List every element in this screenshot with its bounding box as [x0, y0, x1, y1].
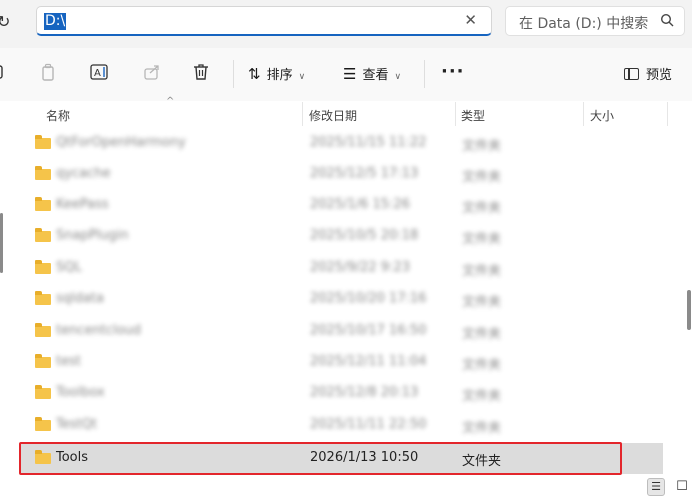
new-icon[interactable] — [0, 64, 4, 85]
file-modified: 2025/12/8 20:13 — [310, 385, 419, 400]
column-divider[interactable] — [583, 102, 584, 126]
sort-label: 排序 — [266, 68, 293, 83]
column-modified[interactable]: 修改日期 — [309, 107, 357, 124]
highlight-box — [19, 442, 622, 475]
file-name: QtForOpenHarmony — [56, 135, 186, 150]
search-placeholder: 在 Data (D:) 中搜索 — [519, 16, 649, 32]
file-row[interactable]: TestQt 2025/11/11 22:50 文件夹 — [20, 410, 663, 441]
file-name: tencentcloud — [56, 323, 142, 338]
file-modified: 2025/12/5 17:13 — [310, 166, 419, 181]
file-row[interactable]: tencentcloud 2025/10/17 16:50 文件夹 — [20, 316, 663, 347]
file-modified: 2025/12/11 11:04 — [310, 354, 427, 369]
file-type: 文件夹 — [462, 389, 502, 404]
share-icon[interactable] — [143, 63, 161, 86]
file-type: 文件夹 — [462, 232, 502, 247]
folder-icon — [35, 135, 51, 149]
file-type: 文件夹 — [462, 264, 502, 279]
folder-icon — [35, 260, 51, 274]
toolbar-divider — [424, 60, 425, 88]
file-row[interactable]: sqldata 2025/10/20 17:16 文件夹 — [20, 284, 663, 315]
address-input[interactable]: D:\ ✕ — [36, 6, 492, 36]
folder-icon — [35, 197, 51, 211]
file-name: Toolbox — [56, 385, 105, 400]
file-name: test — [56, 354, 81, 369]
column-divider[interactable] — [667, 102, 668, 126]
file-row[interactable]: Toolbox 2025/12/8 20:13 文件夹 — [20, 378, 663, 409]
column-divider[interactable] — [455, 102, 456, 126]
column-size[interactable]: 大小 — [590, 107, 614, 124]
sort-icon: ⇅ — [248, 65, 261, 83]
folder-icon — [35, 323, 51, 337]
file-type: 文件夹 — [462, 295, 502, 310]
file-row[interactable]: qycache 2025/12/5 17:13 文件夹 — [20, 159, 663, 190]
file-modified: 2025/11/11 22:50 — [310, 417, 427, 432]
file-type: 文件夹 — [462, 421, 502, 436]
sort-button[interactable]: ⇅ 排序 ∨ — [248, 64, 305, 83]
file-name: SnapPlugin — [56, 228, 129, 243]
file-type: 文件夹 — [462, 170, 502, 185]
file-modified: 2025/10/17 16:50 — [310, 323, 427, 338]
column-divider[interactable] — [302, 102, 303, 126]
file-modified: 2025/9/22 9:23 — [310, 260, 410, 275]
folder-icon — [35, 228, 51, 242]
refresh-icon[interactable]: ↻ — [0, 12, 10, 31]
toolbar-divider — [233, 60, 234, 88]
preview-pane-button[interactable]: 预览 — [624, 64, 672, 83]
clear-icon[interactable]: ✕ — [464, 11, 477, 29]
file-name: SQL — [56, 260, 82, 275]
sort-caret-icon: ^ — [166, 96, 175, 107]
copy-icon[interactable] — [40, 63, 56, 86]
search-icon[interactable] — [660, 13, 674, 31]
column-header: ^ 名称 修改日期 类型 大小 — [0, 96, 692, 127]
tiles-view-button[interactable]: ☐ — [673, 478, 691, 496]
file-row[interactable]: test 2025/12/11 11:04 文件夹 — [20, 347, 663, 378]
command-bar: A ⇅ 排序 ∨ ☰ 查看 ∨ ··· 预览 — [0, 48, 692, 102]
file-name: KeePass — [56, 197, 109, 212]
chevron-down-icon: ∨ — [394, 72, 402, 82]
folder-icon — [35, 385, 51, 399]
nav-pane-scrollbar[interactable] — [0, 213, 3, 273]
file-modified: 2025/10/20 17:16 — [310, 291, 427, 306]
file-row[interactable]: KeePass 2025/1/6 15:26 文件夹 — [20, 190, 663, 221]
view-button[interactable]: ☰ 查看 ∨ — [343, 64, 401, 83]
file-name: qycache — [56, 166, 111, 181]
file-name: TestQt — [56, 417, 97, 432]
folder-icon — [35, 291, 51, 305]
file-modified: 2025/10/5 20:18 — [310, 228, 419, 243]
file-row[interactable]: SQL 2025/9/22 9:23 文件夹 — [20, 253, 663, 284]
column-name[interactable]: 名称 — [46, 107, 70, 124]
delete-icon[interactable] — [193, 63, 209, 86]
more-options-button[interactable]: ··· — [441, 61, 465, 82]
address-path[interactable]: D:\ — [44, 13, 67, 30]
file-row[interactable]: SnapPlugin 2025/10/5 20:18 文件夹 — [20, 221, 663, 252]
view-label: 查看 — [362, 68, 389, 83]
file-row[interactable]: QtForOpenHarmony 2025/11/15 11:22 文件夹 — [20, 128, 663, 159]
address-bar-area: ↻ D:\ ✕ 在 Data (D:) 中搜索 — [0, 0, 692, 48]
svg-text:A: A — [94, 68, 101, 79]
rename-icon[interactable]: A — [90, 63, 110, 86]
search-input[interactable]: 在 Data (D:) 中搜索 — [505, 6, 685, 36]
details-view-button[interactable]: ☰ — [647, 478, 665, 496]
file-type: 文件夹 — [462, 201, 502, 216]
view-list-icon: ☰ — [343, 65, 357, 83]
file-modified: 2025/11/15 11:22 — [310, 135, 427, 150]
file-type: 文件夹 — [462, 358, 502, 373]
file-list-scrollbar[interactable] — [687, 290, 691, 330]
preview-label: 预览 — [646, 68, 673, 83]
folder-icon — [35, 166, 51, 180]
file-type: 文件夹 — [462, 139, 502, 154]
column-type[interactable]: 类型 — [461, 107, 485, 124]
folder-icon — [35, 354, 51, 368]
file-name: sqldata — [56, 291, 104, 306]
chevron-down-icon: ∨ — [298, 72, 306, 82]
folder-icon — [35, 417, 51, 431]
file-type: 文件夹 — [462, 327, 502, 342]
preview-pane-icon — [624, 68, 639, 80]
file-modified: 2025/1/6 15:26 — [310, 197, 410, 212]
